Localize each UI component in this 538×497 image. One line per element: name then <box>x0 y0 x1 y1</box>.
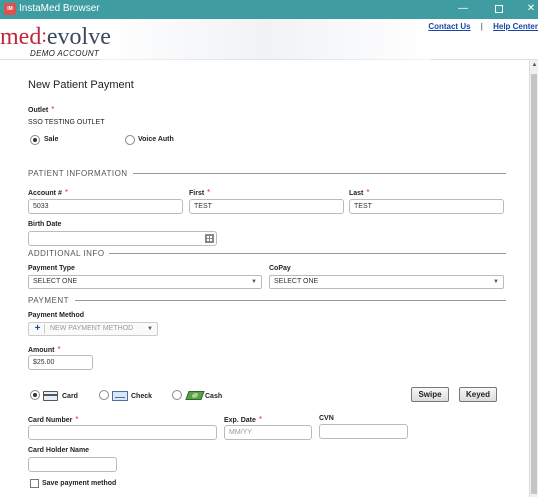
cash-radio[interactable] <box>172 390 182 400</box>
chevron-down-icon: ▼ <box>147 326 153 332</box>
copay-select[interactable]: SELECT ONE ▼ <box>269 275 504 289</box>
payment-method-label: Payment Method <box>28 312 85 319</box>
demo-account-label: DEMO ACCOUNT <box>30 49 100 58</box>
payment-type-select[interactable]: SELECT ONE ▼ <box>28 275 262 289</box>
card-label: Card <box>62 393 78 400</box>
birth-date-field[interactable] <box>28 231 217 246</box>
payment-heading: PAYMENT <box>28 296 69 305</box>
save-payment-checkbox[interactable] <box>30 479 39 488</box>
scroll-up-arrow-icon[interactable]: ▲ <box>530 62 538 70</box>
account-number-field[interactable]: 5033 <box>28 199 183 214</box>
outlet-label: Outlet * <box>28 105 55 114</box>
minimize-button[interactable]: — <box>448 1 478 17</box>
card-number-field[interactable] <box>28 425 217 440</box>
sale-radio[interactable] <box>30 135 40 145</box>
last-name-label: Last * <box>349 188 370 197</box>
save-payment-label: Save payment method <box>42 480 117 487</box>
cvn-field[interactable] <box>319 424 408 439</box>
exp-date-label: Exp. Date * <box>224 415 263 424</box>
logo-evolve: evolve <box>46 24 111 50</box>
voice-auth-radio[interactable] <box>125 135 135 145</box>
app-header: med:evolve DEMO ACCOUNT Contact Us | Hel… <box>0 19 538 60</box>
section-divider <box>133 173 506 174</box>
window-title: InstaMed Browser <box>19 3 100 14</box>
window-titlebar: IM InstaMed Browser — ✕ <box>0 0 538 19</box>
cash-label: Cash <box>205 393 223 400</box>
amount-label: Amount * <box>28 345 61 354</box>
vertical-scrollbar[interactable]: ▲ <box>529 60 538 497</box>
account-label: Account # * <box>28 188 68 197</box>
first-name-field[interactable]: TEST <box>189 199 344 214</box>
card-holder-label: Card Holder Name <box>28 447 90 454</box>
app-icon: IM <box>4 3 16 15</box>
medevolve-logo: med:evolve <box>0 25 111 50</box>
swipe-button[interactable]: Swipe <box>411 387 449 402</box>
birth-date-label: Birth Date <box>28 221 62 228</box>
logo-separator: : <box>41 25 47 47</box>
logo-med: med <box>0 24 42 50</box>
close-button[interactable]: ✕ <box>516 1 538 17</box>
last-name-field[interactable]: TEST <box>349 199 504 214</box>
help-center-link[interactable]: Help Center <box>493 22 538 31</box>
maximize-icon <box>495 5 503 13</box>
cvn-label: CVN <box>319 415 334 422</box>
chevron-down-icon: ▼ <box>251 279 257 285</box>
calendar-icon[interactable] <box>205 234 214 243</box>
voice-auth-label: Voice Auth <box>138 136 174 143</box>
check-radio[interactable] <box>99 390 109 400</box>
link-separator: | <box>480 22 483 31</box>
payment-type-label: Payment Type <box>28 265 75 272</box>
card-radio[interactable] <box>30 390 40 400</box>
sale-label: Sale <box>44 136 59 143</box>
copay-label: CoPay <box>269 265 291 272</box>
chevron-down-icon: ▼ <box>493 279 499 285</box>
check-label: Check <box>131 393 153 400</box>
first-name-label: First * <box>189 188 211 197</box>
keyed-button[interactable]: Keyed <box>459 387 497 402</box>
header-links: Contact Us | Help Center <box>428 22 538 31</box>
contact-us-link[interactable]: Contact Us <box>428 22 470 31</box>
additional-info-heading: ADDITIONAL INFO <box>28 249 105 258</box>
check-icon <box>112 391 128 401</box>
plus-icon[interactable]: + <box>31 324 45 334</box>
header-swoosh <box>100 19 430 60</box>
section-divider <box>109 253 506 254</box>
exp-date-field[interactable]: MM/YY <box>224 425 312 440</box>
payment-method-select[interactable]: + NEW PAYMENT METHOD ▼ <box>28 322 158 336</box>
payment-form: New Patient Payment Outlet * SSO TESTING … <box>1 62 528 497</box>
cash-icon <box>185 391 205 400</box>
scrollbar-thumb[interactable] <box>531 74 537 494</box>
amount-field[interactable]: $25.00 <box>28 355 93 370</box>
payment-type-value: SELECT ONE <box>33 278 78 285</box>
card-number-label: Card Number * <box>28 415 79 424</box>
credit-card-icon <box>43 391 58 401</box>
copay-value: SELECT ONE <box>274 278 319 285</box>
section-divider <box>75 300 506 301</box>
patient-information-heading: PATIENT INFORMATION <box>28 169 128 178</box>
payment-method-value: NEW PAYMENT METHOD <box>50 325 134 332</box>
page-title: New Patient Payment <box>28 79 134 91</box>
maximize-button[interactable] <box>484 1 514 17</box>
outlet-value: SSO TESTING OUTLET <box>28 119 105 126</box>
card-holder-field[interactable] <box>28 457 117 472</box>
